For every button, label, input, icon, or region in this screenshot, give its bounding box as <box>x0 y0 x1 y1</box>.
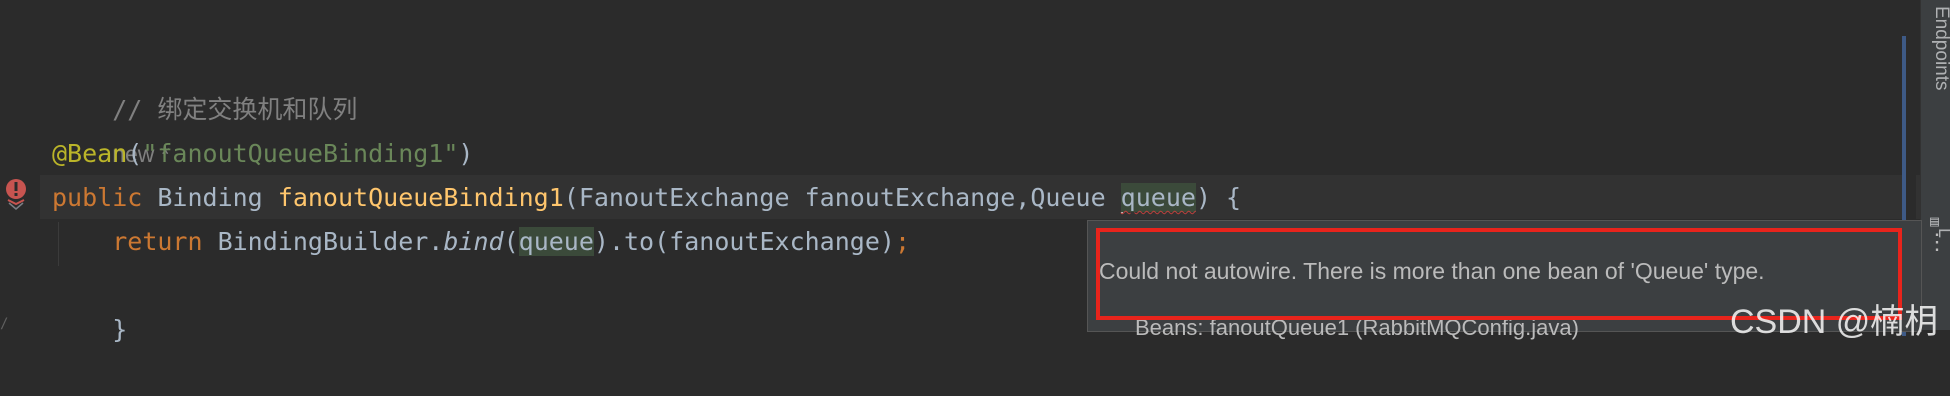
params-first[interactable]: (FanoutExchange fanoutExchange, <box>564 183 1031 212</box>
param-queue-error[interactable]: queue <box>1120 183 1196 212</box>
fold-icon[interactable] <box>8 202 24 210</box>
watermark: CSDN @楠枂 <box>1730 303 1939 341</box>
gutter-marker: / <box>0 316 9 332</box>
return-type[interactable]: Binding <box>142 183 277 212</box>
bean-annotation[interactable]: @Bean <box>52 139 127 168</box>
code-line-method-signature[interactable]: public Binding fanoutQueueBinding1(Fanou… <box>52 176 1241 220</box>
method-name[interactable]: fanoutQueueBinding1 <box>278 183 564 212</box>
param-type-queue[interactable]: Queue <box>1030 183 1120 212</box>
tool-window-icon[interactable]: ▤ <box>1930 212 1946 230</box>
code-line-comment[interactable]: // 绑定交换机和队列 <box>52 44 357 124</box>
bind-rest[interactable]: ).to(fanoutExchange) <box>594 227 895 256</box>
annotation-string-arg[interactable]: "fanoutQueueBinding1" <box>142 139 458 168</box>
code-line-closing-brace[interactable]: } <box>52 264 127 344</box>
semicolon: ; <box>894 227 910 256</box>
editor-gutter[interactable] <box>0 0 40 330</box>
more-vertical-icon[interactable]: ⋮ <box>1926 232 1948 266</box>
annotation-open-paren: ( <box>127 139 143 168</box>
code-line-usage-hint[interactable]: new * <box>52 88 170 167</box>
annotation-close-paren: ) <box>458 139 474 168</box>
keyword-return: return <box>112 227 203 256</box>
code-line-annotation[interactable]: @Bean("fanoutQueueBinding1") <box>52 132 473 176</box>
code-line-return[interactable]: return BindingBuilder.bind(queue).to(fan… <box>52 220 910 264</box>
tool-tab-endpoints[interactable]: Endpoints <box>1928 6 1950 132</box>
bind-arg-queue[interactable]: queue <box>518 227 594 256</box>
params-close: ) { <box>1195 183 1242 212</box>
bind-open-paren: ( <box>503 227 519 256</box>
binding-builder-call[interactable]: BindingBuilder. <box>203 227 444 256</box>
keyword-public: public <box>52 183 143 212</box>
bind-method[interactable]: bind <box>443 227 503 256</box>
